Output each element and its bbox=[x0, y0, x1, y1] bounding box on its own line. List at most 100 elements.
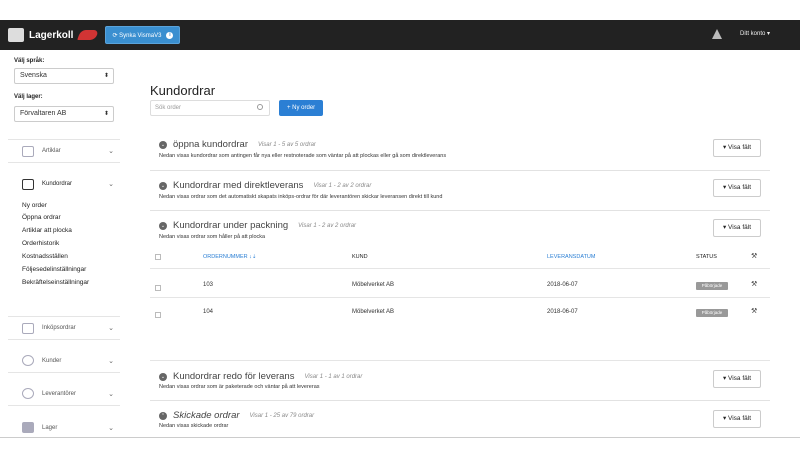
language-value: Svenska bbox=[20, 72, 47, 79]
box-icon bbox=[8, 28, 24, 42]
select-arrows-icon: ⬍ bbox=[103, 73, 109, 79]
sidebar-item-leverantorer[interactable]: Leverantörer ⌄ bbox=[8, 382, 120, 406]
column-header-customer[interactable]: KUND bbox=[352, 254, 368, 260]
panel-count: Visar 1 - 2 av 2 ordrar bbox=[313, 182, 372, 189]
subnav-cost-centers[interactable]: Kostnadsställen bbox=[22, 253, 68, 260]
subnav-picking[interactable]: Artiklar att plocka bbox=[22, 227, 72, 234]
new-order-button[interactable]: + Ny order bbox=[279, 100, 324, 116]
divider bbox=[150, 297, 770, 298]
edit-icon bbox=[22, 322, 34, 334]
status-badge: Påbörjade bbox=[696, 282, 728, 290]
account-menu[interactable]: Ditt konto ▾ bbox=[740, 30, 770, 37]
sidebar-item-label: Artiklar bbox=[42, 148, 61, 154]
chevron-down-icon: ⌄ bbox=[108, 181, 114, 188]
panel-title[interactable]: Skickade ordrar bbox=[173, 410, 240, 421]
show-fields-button[interactable]: ▾ Visa fält bbox=[713, 410, 761, 428]
sidebar-item-label: Lager bbox=[42, 424, 58, 431]
panel-title[interactable]: Kundordrar med direktleverans bbox=[173, 180, 303, 191]
sidebar-item-kunder[interactable]: Kunder ⌄ bbox=[8, 349, 120, 373]
divider bbox=[150, 268, 770, 269]
panel-description: Nedan visas ordrar som håller på att plo… bbox=[159, 234, 266, 240]
customer-name: Möbelverket AB bbox=[352, 282, 395, 288]
order-number[interactable]: 103 bbox=[203, 282, 213, 288]
row-checkbox[interactable] bbox=[155, 285, 161, 291]
order-number[interactable]: 104 bbox=[203, 309, 213, 315]
panel-direct-delivery: ⌄ Kundordrar med direktleverans Visar 1 - … bbox=[150, 171, 770, 211]
status-badge: Påbörjade bbox=[696, 309, 728, 317]
warehouse-grid-icon bbox=[22, 422, 34, 433]
warehouse-select[interactable]: Förvaltaren AB ⬍ bbox=[14, 106, 114, 122]
column-header-delivery-date[interactable]: LEVERANSDATUM bbox=[547, 254, 596, 260]
chevron-down-icon: ⌄ bbox=[108, 357, 114, 365]
sidebar-item-lager[interactable]: Lager ⌄ bbox=[8, 416, 120, 437]
search-icon bbox=[257, 104, 263, 110]
chevron-down-icon: ⌄ bbox=[108, 390, 114, 398]
panel-ready-for-delivery: ⌄ Kundordrar redo för leverans Visar 1 - 1… bbox=[150, 360, 770, 401]
top-bar: Lagerkoll ⟳ Synka VismaV3 i Ditt konto ▾ bbox=[0, 20, 800, 50]
sidebar-item-kundordrar[interactable]: Kundordrar ⌄ bbox=[8, 172, 120, 196]
panel-title[interactable]: öppna kundordrar bbox=[173, 139, 248, 150]
info-icon[interactable]: i bbox=[166, 31, 174, 39]
subnav-order-history[interactable]: Orderhistorik bbox=[22, 240, 59, 247]
show-fields-button[interactable]: ▾ Visa fält bbox=[713, 370, 761, 388]
search-placeholder: Sök order bbox=[155, 105, 182, 111]
delivery-date: 2018-06-07 bbox=[547, 309, 578, 315]
panel-description: Nedan visas kundordrar som antingen får … bbox=[159, 153, 447, 159]
sidebar: Välj språk: Svenska ⬍ Välj lager: Förvalt… bbox=[8, 50, 120, 437]
brand-name: Lagerkoll bbox=[29, 29, 74, 41]
delivery-date: 2018-06-07 bbox=[547, 282, 578, 288]
wrench-icon[interactable]: ⚒ bbox=[751, 280, 757, 288]
customer-name: Möbelverket AB bbox=[352, 309, 395, 315]
sidebar-item-artiklar[interactable]: Artiklar ⌄ bbox=[8, 139, 120, 163]
show-fields-button[interactable]: ▾ Visa fält bbox=[713, 139, 761, 157]
panel-description: Nedan visas skickade ordrar bbox=[159, 423, 229, 429]
panel-title[interactable]: Kundordrar redo för leverans bbox=[173, 371, 294, 382]
sidebar-item-inkopsordrar[interactable]: Inköpsordrar ⌄ bbox=[8, 316, 120, 340]
column-header-order-number[interactable]: ORDERNUMMER ↓⇣ bbox=[203, 254, 257, 260]
panel-description: Nedan visas ordrar som är paketerade och… bbox=[159, 384, 320, 390]
sync-label: ⟳ Synka VismaV3 bbox=[112, 32, 162, 39]
search-input[interactable]: Sök order bbox=[150, 100, 270, 116]
page-title: Kundordrar bbox=[150, 83, 216, 98]
row-checkbox[interactable] bbox=[155, 312, 161, 318]
brand-logo[interactable]: Lagerkoll bbox=[8, 28, 100, 42]
subnav-open-orders[interactable]: Öppna ordrar bbox=[22, 214, 61, 221]
subnav-new-order[interactable]: Ny order bbox=[22, 202, 47, 209]
chevron-down-circle-icon[interactable]: ⌄ bbox=[159, 181, 167, 190]
panel-count: Visar 1 - 1 av 1 ordrar bbox=[304, 373, 363, 380]
warning-icon[interactable] bbox=[712, 29, 722, 39]
sidebar-item-label: Leverantörer bbox=[42, 390, 77, 397]
panel-packing: ⌄ Kundordrar under packning Visar 1 - 2 av… bbox=[150, 211, 770, 361]
select-all-checkbox[interactable] bbox=[155, 254, 161, 260]
select-arrows-icon: ⬍ bbox=[103, 111, 109, 117]
wrench-icon[interactable]: ⚒ bbox=[751, 252, 757, 260]
chevron-down-circle-icon[interactable]: ⌄ bbox=[159, 140, 167, 149]
subnav-confirmation-settings[interactable]: Bekräftelseinställningar bbox=[22, 279, 89, 286]
show-fields-button[interactable]: ▾ Visa fält bbox=[713, 179, 761, 197]
show-fields-button[interactable]: ▾ Visa fält bbox=[713, 219, 761, 237]
language-label: Välj språk: bbox=[14, 58, 45, 64]
column-header-status[interactable]: STATUS bbox=[696, 254, 717, 260]
chevron-down-icon: ⌄ bbox=[108, 325, 114, 332]
panel-open-orders: ⌄ öppna kundordrar Visar 1 - 5 av 5 ordrar… bbox=[150, 130, 770, 171]
panel-shipped-orders: ⌃ Skickade ordrar Visar 1 - 25 av 79 ordra… bbox=[150, 401, 770, 437]
suppliers-icon bbox=[22, 388, 34, 399]
panel-description: Nedan visas ordrar som det automatiskt s… bbox=[159, 194, 443, 200]
warehouse-value: Förvaltaren AB bbox=[20, 110, 67, 117]
panel-count: Visar 1 - 2 av 2 ordrar bbox=[298, 222, 357, 229]
chevron-down-icon: ⌄ bbox=[108, 424, 114, 432]
chevron-down-circle-icon[interactable]: ⌄ bbox=[159, 221, 167, 230]
wrench-icon[interactable]: ⚒ bbox=[751, 307, 757, 315]
sidebar-item-label: Kundordrar bbox=[42, 181, 73, 187]
chevron-down-icon: ⌄ bbox=[108, 148, 114, 155]
panel-title[interactable]: Kundordrar under packning bbox=[173, 220, 288, 231]
edit-icon bbox=[22, 178, 34, 190]
users-icon bbox=[22, 355, 34, 366]
chevron-up-circle-icon[interactable]: ⌃ bbox=[159, 411, 167, 420]
subnav-delivery-note-settings[interactable]: Följesedelinställningar bbox=[22, 266, 86, 273]
articles-icon bbox=[22, 145, 34, 157]
language-select[interactable]: Svenska ⬍ bbox=[14, 68, 114, 84]
brand-mark-icon bbox=[77, 30, 100, 40]
chevron-down-circle-icon[interactable]: ⌄ bbox=[159, 372, 167, 381]
sync-button[interactable]: ⟳ Synka VismaV3 i bbox=[105, 26, 181, 44]
